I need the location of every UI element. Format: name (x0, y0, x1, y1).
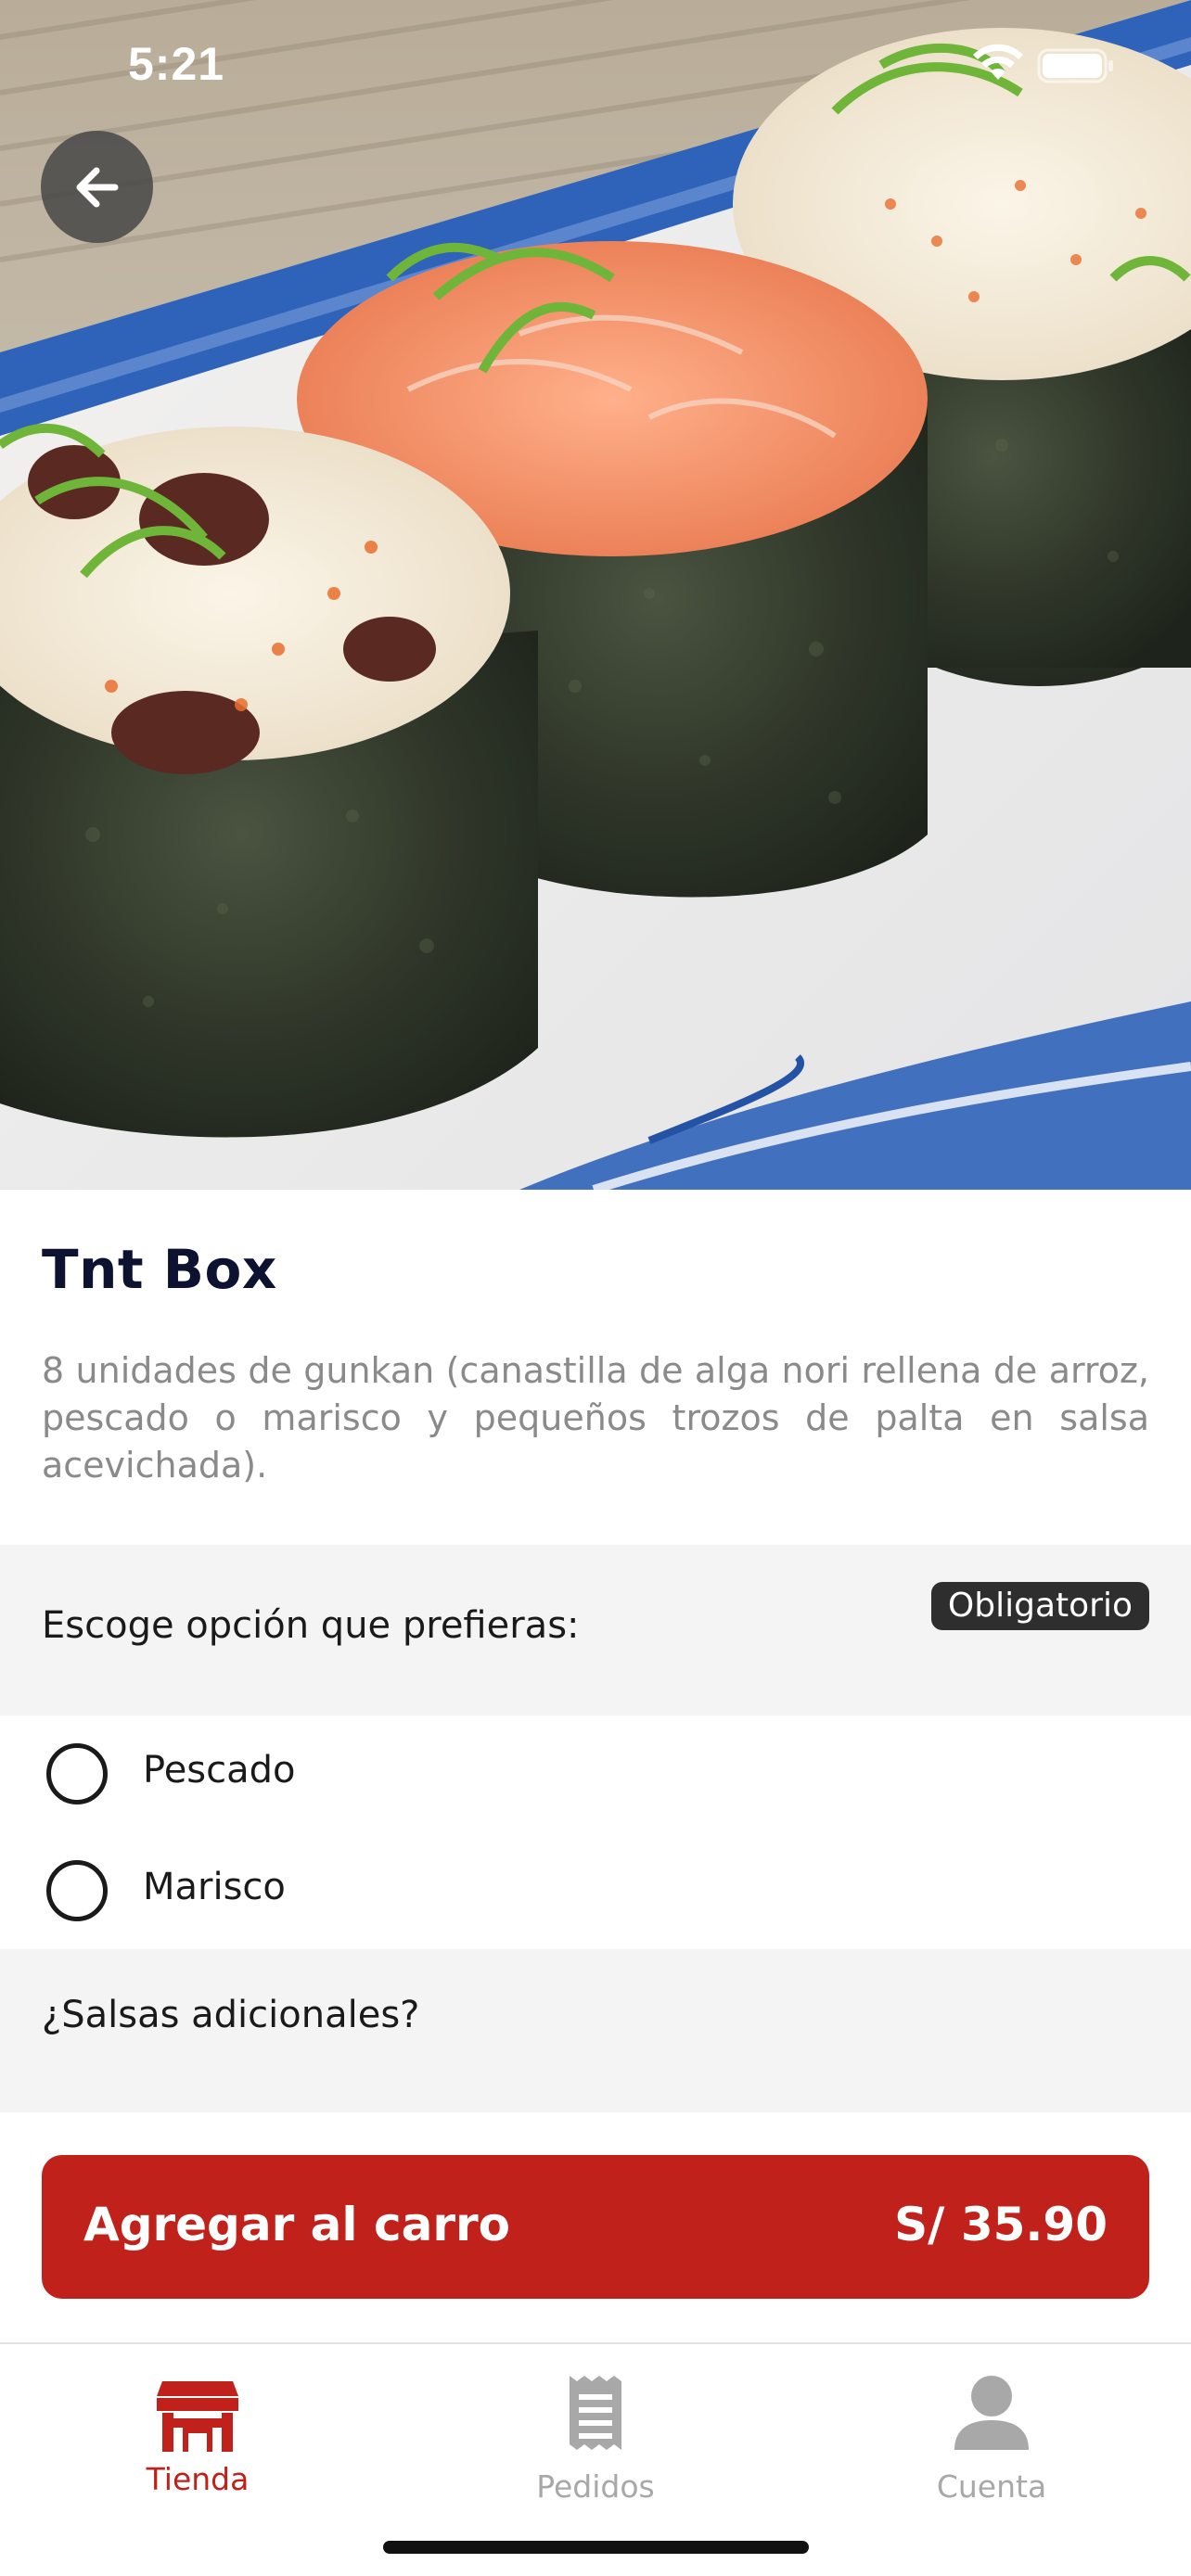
product-image (0, 0, 1191, 1190)
required-badge: Obligatorio (930, 1582, 1149, 1630)
tab-tienda[interactable]: Tienda (58, 2344, 337, 2530)
battery-icon (1037, 48, 1113, 83)
option-label: Marisco (143, 1866, 286, 1908)
option-group-header: Escoge opción que prefieras: Obligatorio (0, 1545, 1191, 1715)
extras-group-header[interactable]: ¿Salsas adicionales? (0, 1949, 1191, 2112)
tab-label: Tienda (146, 2461, 250, 2497)
user-icon (954, 2376, 1029, 2450)
home-indicator (383, 2541, 809, 2554)
arrow-left-icon (76, 167, 118, 207)
add-to-cart-label: Agregar al carro (83, 2198, 510, 2251)
option-group-label: Escoge opción que prefieras: (42, 1604, 580, 1647)
back-button[interactable] (41, 131, 153, 243)
add-to-cart-price: S/ 35.90 (894, 2198, 1108, 2251)
radio-button[interactable] (46, 1743, 108, 1804)
tab-pedidos[interactable]: Pedidos (456, 2344, 735, 2530)
radio-button[interactable] (46, 1860, 108, 1921)
status-time: 5:21 (128, 38, 225, 90)
wifi-icon (973, 44, 1023, 80)
product-title: Tnt Box (42, 1238, 277, 1301)
extras-group-label: ¿Salsas adicionales? (42, 1994, 420, 2036)
tab-label: Pedidos (536, 2468, 655, 2505)
receipt-icon (570, 2376, 621, 2450)
store-icon (157, 2381, 238, 2452)
add-to-cart-button[interactable]: Agregar al carro S/ 35.90 (42, 2155, 1149, 2299)
tab-label: Cuenta (936, 2468, 1047, 2505)
product-description: 8 unidades de gunkan (canastilla de alga… (42, 1350, 1149, 1486)
option-row-pescado[interactable]: Pescado (0, 1715, 1191, 1832)
tab-cuenta[interactable]: Cuenta (852, 2344, 1131, 2530)
option-label: Pescado (143, 1749, 296, 1792)
option-row-marisco[interactable]: Marisco (0, 1832, 1191, 1949)
status-bar: 5:21 (0, 0, 1191, 130)
